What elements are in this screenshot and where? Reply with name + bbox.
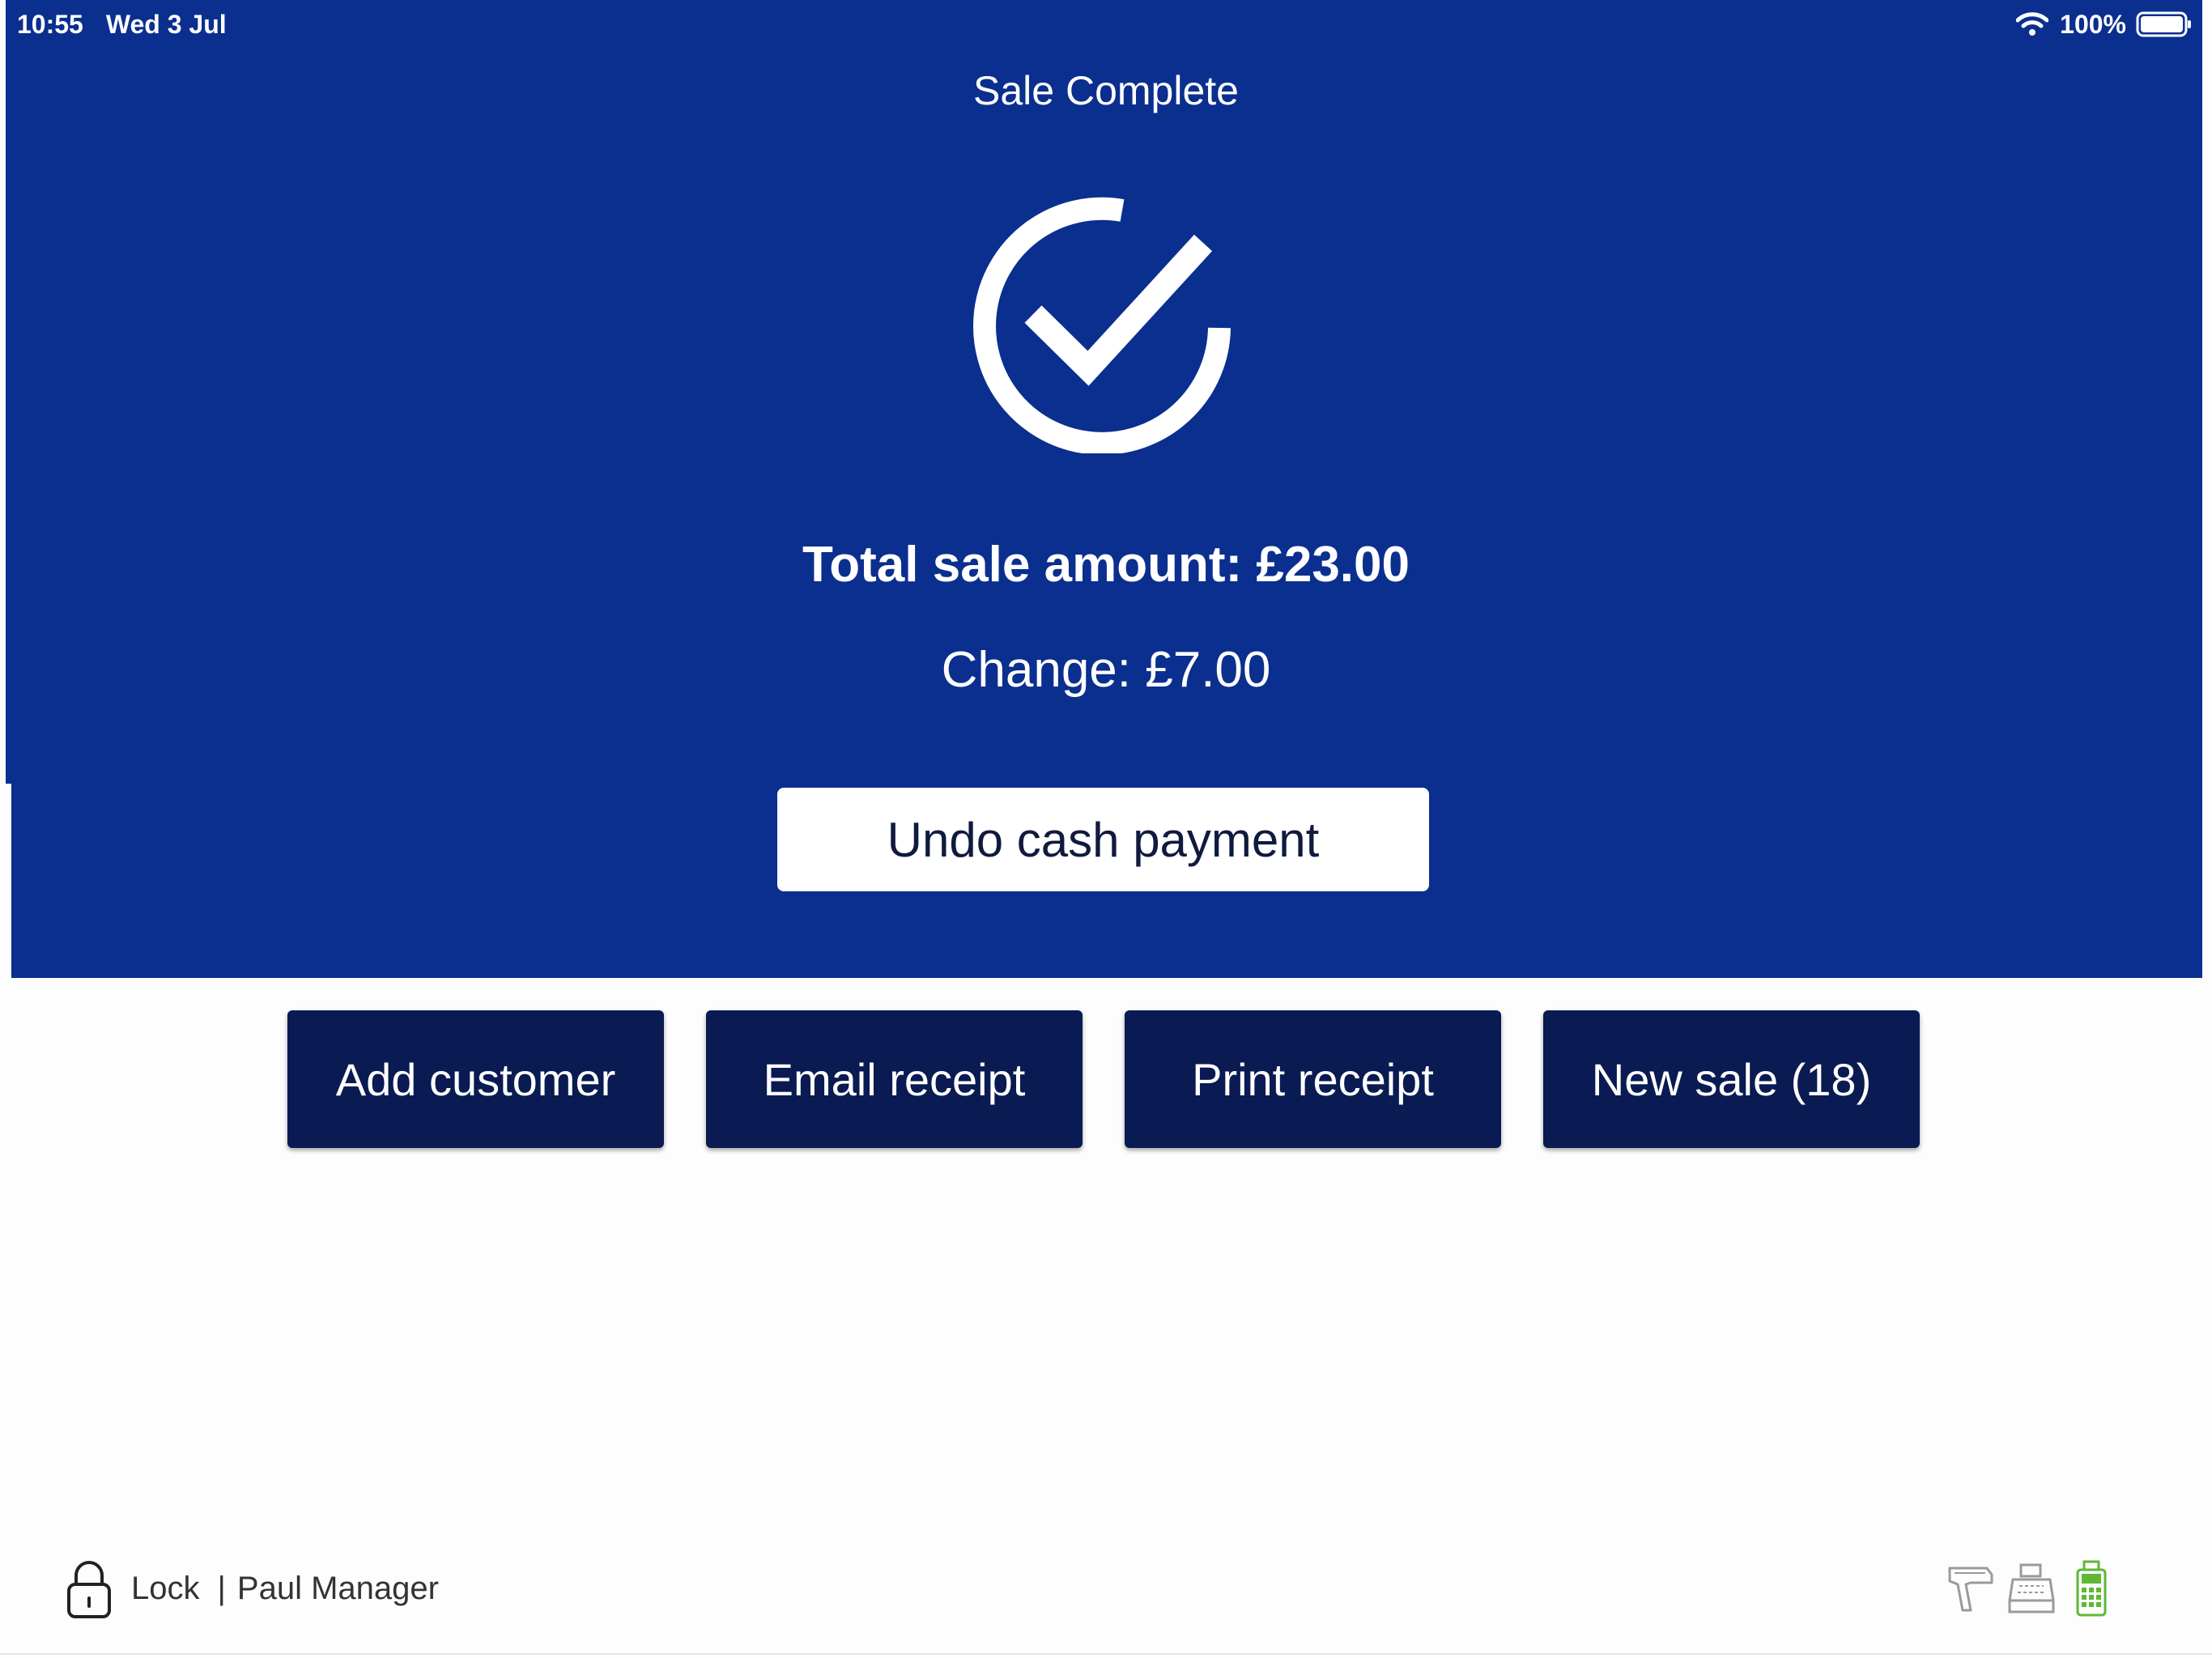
new-sale-button[interactable]: New sale (18) xyxy=(1543,1010,1920,1148)
wifi-icon xyxy=(2016,12,2049,36)
check-circle-icon xyxy=(973,197,1231,453)
action-buttons: Add customer Email receipt Print receipt… xyxy=(287,1010,1920,1148)
current-user: Paul Manager xyxy=(236,1570,439,1606)
bottom-divider xyxy=(0,1653,2212,1655)
change-amount: Change: £7.00 xyxy=(941,642,1271,698)
battery-icon xyxy=(2136,11,2191,37)
email-receipt-button[interactable]: Email receipt xyxy=(706,1010,1083,1148)
print-receipt-button[interactable]: Print receipt xyxy=(1125,1010,1501,1148)
battery-percentage: 100% xyxy=(2060,9,2126,39)
card-terminal-icon xyxy=(2076,1560,2107,1617)
status-date: Wed 3 Jul xyxy=(105,10,227,39)
lock-button[interactable]: Lock xyxy=(131,1571,200,1607)
device-status-icons xyxy=(1937,1558,2116,1619)
barcode-scanner-icon xyxy=(1948,1567,1993,1612)
undo-cash-payment-button[interactable]: Undo cash payment xyxy=(777,788,1429,891)
footer-lock-area: Lock | Paul Manager xyxy=(65,1556,439,1621)
total-sale-amount: Total sale amount: £23.00 xyxy=(802,537,1410,593)
lock-icon[interactable] xyxy=(65,1558,113,1619)
add-customer-button[interactable]: Add customer xyxy=(287,1010,664,1148)
sale-complete-screen: 10:55 Wed 3 Jul 100% Sale Complete Total … xyxy=(0,0,2212,1658)
status-bar-left: 10:55 Wed 3 Jul xyxy=(17,8,227,40)
status-time: 10:55 xyxy=(17,10,83,39)
status-bar-right: 100% xyxy=(2016,6,2193,42)
page-title: Sale Complete xyxy=(973,68,1239,113)
footer-separator: | xyxy=(217,1570,226,1606)
cash-register-icon xyxy=(2008,1563,2055,1613)
